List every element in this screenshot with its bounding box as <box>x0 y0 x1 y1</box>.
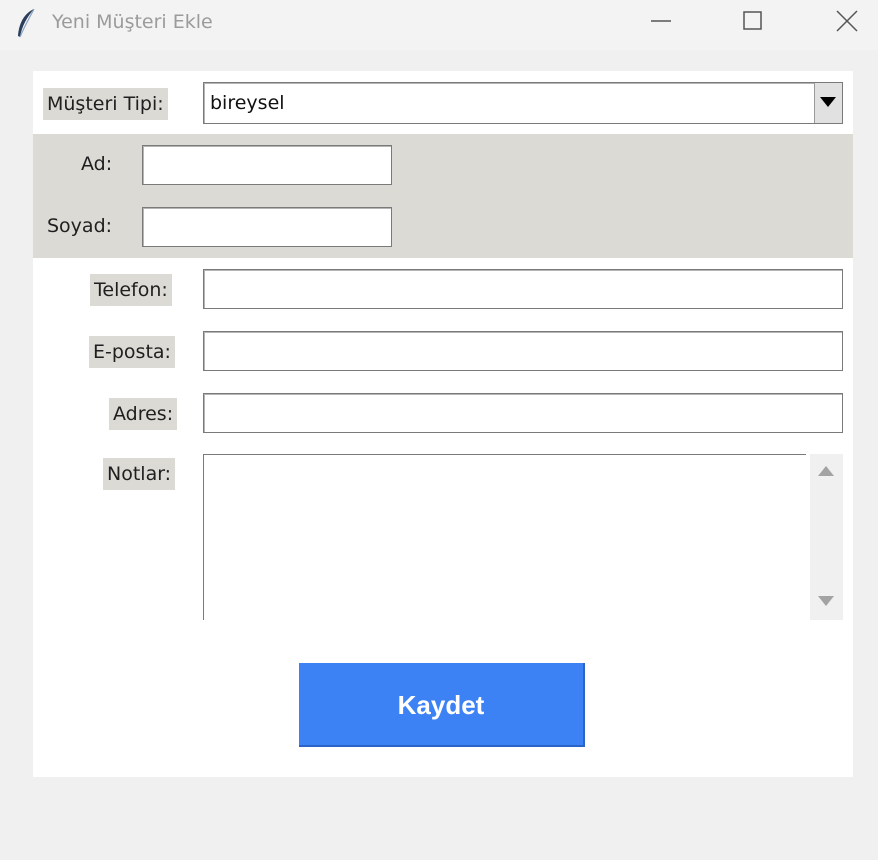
phone-label: Telefon: <box>90 274 172 306</box>
close-button[interactable] <box>822 0 868 44</box>
personal-info-section: Ad: Soyad: <box>33 134 853 258</box>
email-input[interactable] <box>203 331 843 371</box>
minimize-icon <box>651 20 671 22</box>
scroll-up-icon[interactable] <box>818 466 834 476</box>
address-input[interactable] <box>203 393 843 433</box>
notes-label: Notlar: <box>103 458 176 490</box>
last-name-input[interactable] <box>142 207 392 247</box>
customer-type-value: bireysel <box>210 92 285 114</box>
email-label: E-posta: <box>89 336 175 368</box>
window-title: Yeni Müşteri Ekle <box>52 11 213 33</box>
customer-type-dropdown-button[interactable] <box>814 83 842 123</box>
notes-textarea[interactable] <box>203 454 806 620</box>
maximize-button[interactable] <box>730 0 776 44</box>
phone-input[interactable] <box>203 269 843 309</box>
customer-type-combobox[interactable]: bireysel <box>203 82 843 124</box>
maximize-icon <box>743 11 762 30</box>
save-button[interactable]: Kaydet <box>299 663 585 747</box>
first-name-label: Ad: <box>81 153 113 175</box>
chevron-down-icon <box>820 97 836 107</box>
address-label: Adres: <box>109 398 178 430</box>
first-name-input[interactable] <box>142 145 392 185</box>
close-icon <box>836 10 858 32</box>
scroll-down-icon[interactable] <box>818 596 834 606</box>
last-name-label: Soyad: <box>47 215 113 237</box>
title-bar: Yeni Müşteri Ekle <box>0 0 878 50</box>
feather-icon <box>14 8 38 40</box>
minimize-button[interactable] <box>638 0 684 44</box>
notes-scrollbar[interactable] <box>810 454 843 620</box>
customer-type-label: Müşteri Tipi: <box>43 88 168 120</box>
form-panel: Müşteri Tipi: bireysel Ad: Soyad: Telefo… <box>33 71 853 777</box>
